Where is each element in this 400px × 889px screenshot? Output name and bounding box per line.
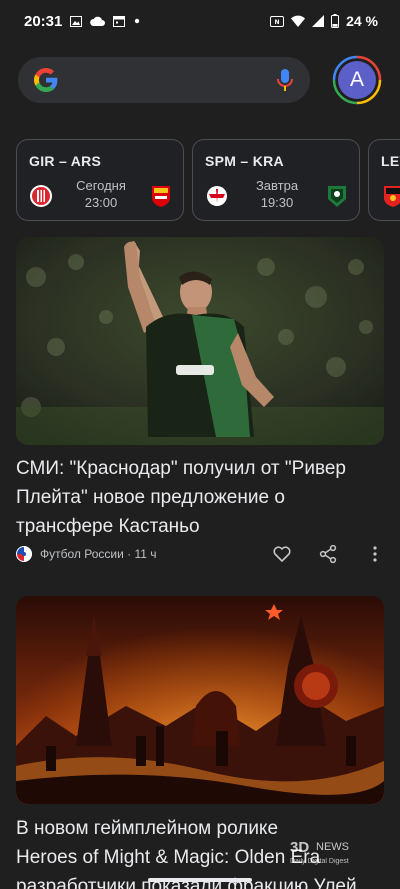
leverkusen-logo-icon [384,186,400,207]
3dnews-watermark-logo: 3D NEWS Daily Digital Digest [290,839,349,865]
svg-text:Daily Digital Digest: Daily Digital Digest [290,858,349,865]
svg-text:3D: 3D [290,839,309,856]
image-icon [70,15,82,27]
news-card[interactable]: СМИ: "Краснодар" получил от "Ривер Плейт… [16,237,384,577]
heart-icon[interactable] [272,544,292,564]
girona-logo-icon [30,185,52,207]
cloud-icon [90,16,105,26]
share-icon[interactable] [318,544,338,564]
match-day: Сегодня [76,178,126,193]
svg-text:NEWS: NEWS [316,841,349,853]
signal-icon [312,15,325,27]
calendar-icon [113,16,125,27]
match-time: 23:00 [84,195,118,210]
nfc-icon: N [270,15,285,27]
match-time: 19:30 [260,195,294,210]
search-bar[interactable] [18,57,310,103]
battery-icon [331,14,340,28]
google-logo-icon [34,68,58,92]
match-day: Завтра [255,178,299,193]
title-line: СМИ: "Краснодар" получил от "Ривер [16,458,346,479]
title-line: трансфере Кастаньо [16,516,200,537]
status-system-icons: N 24 % [270,13,378,29]
wifi-icon [291,15,306,27]
svg-text:N: N [275,19,280,26]
account-avatar[interactable]: A [338,61,376,99]
krasnodar-logo-icon [328,186,346,207]
status-bar: 20:31 N 24 % [0,0,400,44]
article-image[interactable] [16,237,384,445]
article-title[interactable]: СМИ: "Краснодар" получил от "Ривер Плейт… [16,454,384,541]
more-vert-icon[interactable] [365,544,385,564]
match-title: SPM – KRA [205,153,284,169]
mic-icon[interactable] [276,68,294,92]
status-time: 20:31 [24,13,63,30]
arsenal-logo-icon [152,186,170,207]
match-title: GIR – ARS [29,153,102,169]
score-card[interactable]: LEV [368,139,400,221]
sports-scores-carousel[interactable]: GIR – ARS Сегодня 23:00 SPM – KRA Завтра… [16,139,400,221]
score-card[interactable]: SPM – KRA Завтра 19:30 [192,139,360,221]
status-notification-icons [70,15,141,27]
fantasy-city-artwork [16,596,384,804]
football-russia-logo-icon [16,546,32,562]
dot-icon [134,18,140,24]
title-line: Плейта" новое предложение о [16,487,285,508]
home-indicator[interactable] [148,878,252,882]
match-title: LEV [381,153,400,169]
score-card[interactable]: GIR – ARS Сегодня 23:00 [16,139,184,221]
article-image[interactable] [16,596,384,804]
spartak-logo-icon [207,186,227,206]
battery-percent: 24 % [346,13,378,29]
article-meta: Футбол России · 11 ч [16,546,157,562]
article-source[interactable]: Футбол России · 11 ч [40,547,157,561]
football-player-photo [16,237,384,445]
